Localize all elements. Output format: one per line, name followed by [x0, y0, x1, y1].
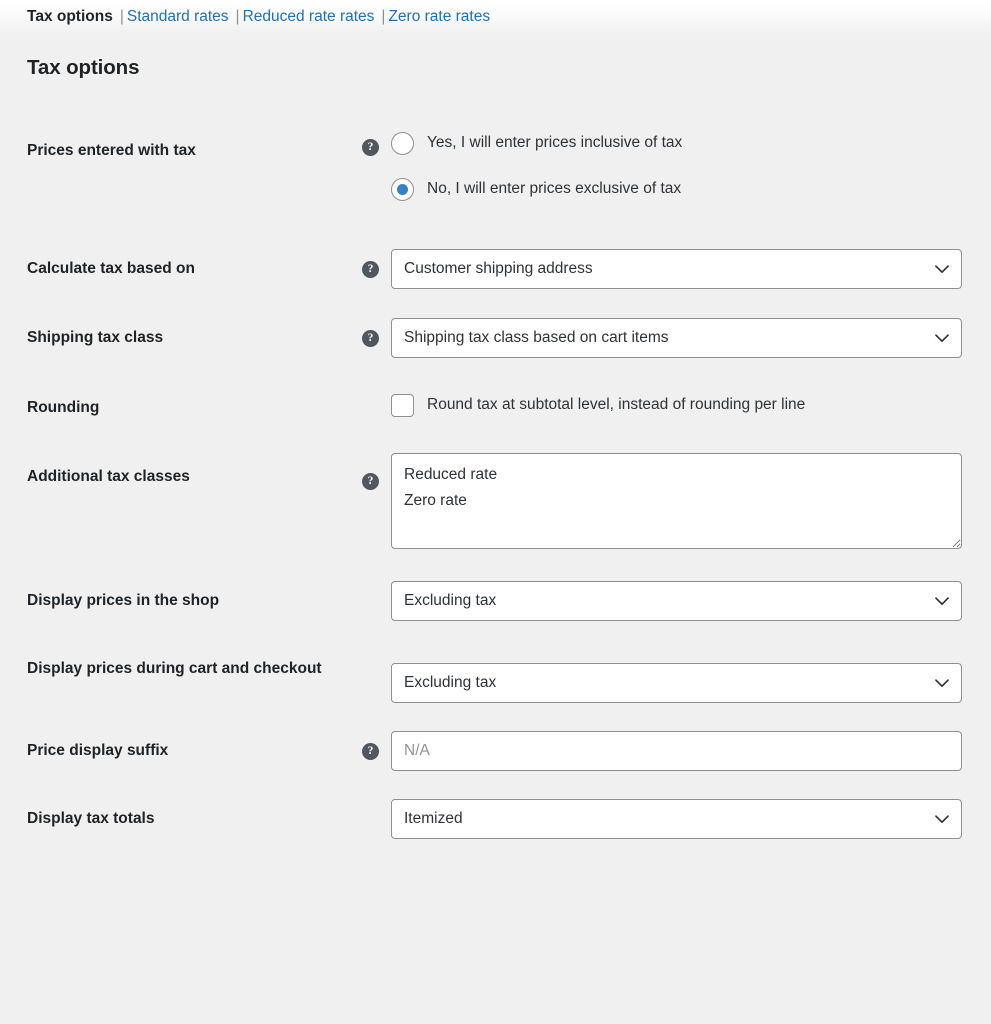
control-display-prices-during-cart-and-checkout: Excluding tax: [362, 633, 991, 715]
control-additional-tax-classes: ?: [362, 439, 991, 565]
help-slot-prices-entered-with-tax: ?: [362, 132, 391, 156]
select-display-prices-during-cart-and-checkout[interactable]: Excluding tax: [391, 663, 962, 704]
label-prices-entered-with-tax: Prices entered with tax: [27, 142, 196, 159]
help-slot-shipping-tax-class: ?: [362, 318, 391, 348]
label-display-tax-totals: Display tax totals: [27, 810, 155, 828]
label-rounding: Rounding: [27, 398, 100, 416]
row-additional-tax-classes: Additional tax classes ?: [0, 439, 991, 565]
row-calculate-tax-based-on: Calculate tax based on ? Customer shippi…: [0, 231, 991, 300]
subnav-separator-2: |: [235, 8, 240, 26]
help-slot-price-display-suffix: ?: [362, 731, 391, 761]
subnav-link-standard-rates[interactable]: Standard rates: [127, 9, 229, 25]
row-rounding: Rounding Round tax at subtotal level, in…: [0, 370, 991, 439]
select-display-tax-totals[interactable]: Itemized: [391, 799, 962, 840]
input-price-display-suffix[interactable]: [391, 731, 962, 772]
help-tip-icon[interactable]: ?: [362, 743, 379, 761]
control-rounding: Round tax at subtotal level, instead of …: [362, 370, 991, 439]
help-tip-icon[interactable]: ?: [362, 139, 379, 156]
select-wrap-display-prices-in-the-shop: Excluding tax: [391, 581, 962, 622]
checkbox-group-rounding[interactable]: Round tax at subtotal level, instead of …: [391, 393, 805, 417]
row-prices-entered-with-tax: Prices entered with tax ? Yes, I will en…: [0, 118, 991, 231]
subnav-link-reduced-rate-rates[interactable]: Reduced rate rates: [243, 9, 375, 25]
subnav-link-tax-options[interactable]: Tax options: [27, 9, 113, 25]
radio-option-exclusive[interactable]: No, I will enter prices exclusive of tax: [391, 178, 682, 201]
help-tip-icon[interactable]: ?: [362, 261, 379, 278]
control-prices-entered-with-tax: ? Yes, I will enter prices inclusive of …: [362, 118, 991, 231]
textarea-additional-tax-classes[interactable]: [391, 453, 962, 550]
control-price-display-suffix: ?: [362, 715, 991, 783]
control-shipping-tax-class: ? Shipping tax class based on cart items: [362, 300, 991, 369]
select-wrap-calculate-tax-based-on: Customer shipping address: [391, 249, 962, 289]
help-slot-additional-tax-classes: ?: [362, 453, 391, 491]
tax-options-form: Prices entered with tax ? Yes, I will en…: [0, 118, 991, 851]
control-display-prices-in-the-shop: Excluding tax: [362, 565, 991, 633]
help-tip-icon[interactable]: ?: [362, 330, 379, 348]
select-wrap-display-prices-during-cart-and-checkout: Excluding tax: [391, 663, 962, 704]
label-display-prices-during-cart-and-checkout: Display prices during cart and checkout: [27, 660, 322, 678]
help-tip-icon[interactable]: ?: [362, 473, 379, 491]
checkbox-rounding-input[interactable]: [391, 393, 414, 417]
radio-exclusive-label[interactable]: No, I will enter prices exclusive of tax: [427, 179, 681, 199]
row-display-prices-in-the-shop: Display prices in the shop Excluding tax: [0, 565, 991, 633]
subnav-separator-1: |: [119, 8, 124, 26]
control-display-tax-totals: Itemized: [362, 783, 991, 851]
select-display-prices-in-the-shop[interactable]: Excluding tax: [391, 581, 962, 622]
page-title: Tax options: [27, 56, 140, 79]
subsubsub-nav: Tax options | Standard rates | Reduced r…: [27, 9, 490, 25]
control-calculate-tax-based-on: ? Customer shipping address: [362, 231, 991, 300]
label-price-display-suffix: Price display suffix: [27, 742, 169, 760]
label-shipping-tax-class: Shipping tax class: [27, 329, 164, 347]
select-wrap-display-tax-totals: Itemized: [391, 799, 962, 840]
radio-inclusive-input[interactable]: [391, 132, 414, 155]
subnav-separator-3: |: [381, 8, 386, 26]
select-calculate-tax-based-on[interactable]: Customer shipping address: [391, 249, 962, 289]
subnav-link-zero-rate-rates[interactable]: Zero rate rates: [388, 9, 490, 25]
radio-inclusive-label[interactable]: Yes, I will enter prices inclusive of ta…: [427, 133, 682, 153]
label-additional-tax-classes: Additional tax classes: [27, 468, 190, 486]
help-slot-calculate-tax-based-on: ?: [362, 249, 391, 278]
radio-exclusive-input[interactable]: [391, 178, 414, 201]
select-shipping-tax-class[interactable]: Shipping tax class based on cart items: [391, 318, 962, 359]
row-display-prices-during-cart-and-checkout: Display prices during cart and checkout …: [0, 633, 991, 715]
label-calculate-tax-based-on: Calculate tax based on: [27, 260, 195, 277]
row-display-tax-totals: Display tax totals Itemized: [0, 783, 991, 851]
select-wrap-shipping-tax-class: Shipping tax class based on cart items: [391, 318, 962, 359]
label-display-prices-in-the-shop: Display prices in the shop: [27, 592, 220, 610]
subsubsub-nav-bar: Tax options | Standard rates | Reduced r…: [0, 0, 991, 34]
radio-option-inclusive[interactable]: Yes, I will enter prices inclusive of ta…: [391, 132, 682, 155]
checkbox-rounding-label[interactable]: Round tax at subtotal level, instead of …: [427, 395, 805, 415]
row-shipping-tax-class: Shipping tax class ? Shipping tax class …: [0, 300, 991, 369]
radio-group-prices-entered-with-tax: Yes, I will enter prices inclusive of ta…: [391, 132, 682, 201]
row-price-display-suffix: Price display suffix ?: [0, 715, 991, 783]
